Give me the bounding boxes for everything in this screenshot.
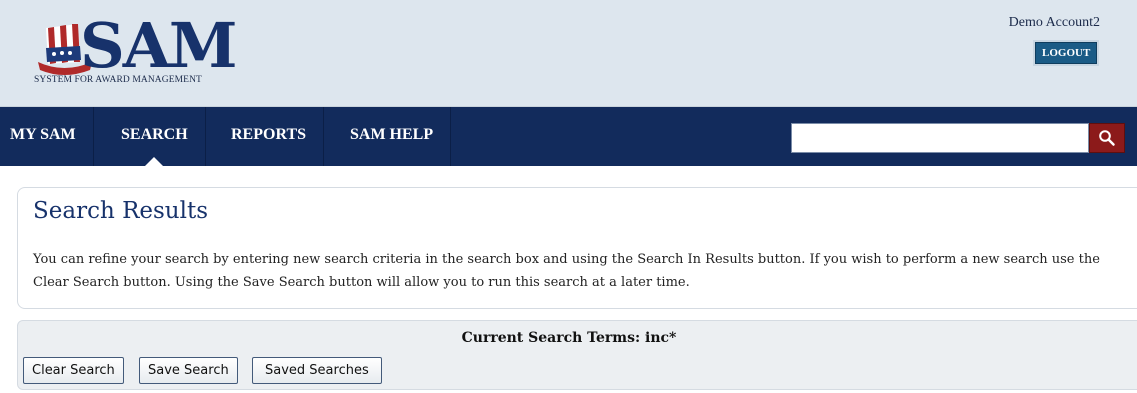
saved-searches-button[interactable]: Saved Searches	[252, 357, 382, 384]
header: SAM SYSTEM FOR AWARD MANAGEMENT Demo Acc…	[0, 0, 1137, 107]
search-input[interactable]	[791, 123, 1089, 153]
logout-button[interactable]: LOGOUT	[1035, 42, 1098, 64]
logo-text: SAM	[80, 9, 238, 82]
current-search-terms-bar: Current Search Terms: inc* Clear Search …	[17, 320, 1137, 390]
nav-item-my-sam[interactable]: MY SAM	[0, 107, 94, 166]
main-nav: MY SAM SEARCH REPORTS SAM HELP	[0, 107, 1137, 166]
sam-logo[interactable]: SAM SYSTEM FOR AWARD MANAGEMENT	[34, 9, 254, 92]
current-search-terms-label: Current Search Terms: inc*	[461, 330, 677, 346]
results-description: You can refine your search by entering n…	[33, 252, 1100, 290]
clear-search-button[interactable]: Clear Search	[23, 357, 124, 384]
search-button[interactable]	[1089, 123, 1125, 153]
account-name: Demo Account2	[1008, 15, 1100, 30]
logo-subtitle: SYSTEM FOR AWARD MANAGEMENT	[34, 75, 202, 85]
search-results-panel: Search Results You can refine your searc…	[17, 187, 1137, 309]
nav-item-reports[interactable]: REPORTS	[214, 107, 325, 166]
page-title: Search Results	[33, 198, 209, 224]
nav-item-search[interactable]: SEARCH	[104, 107, 206, 166]
save-search-button[interactable]: Save Search	[139, 357, 238, 384]
nav-item-sam-help[interactable]: SAM HELP	[333, 107, 452, 166]
magnifier-icon	[1099, 130, 1115, 146]
